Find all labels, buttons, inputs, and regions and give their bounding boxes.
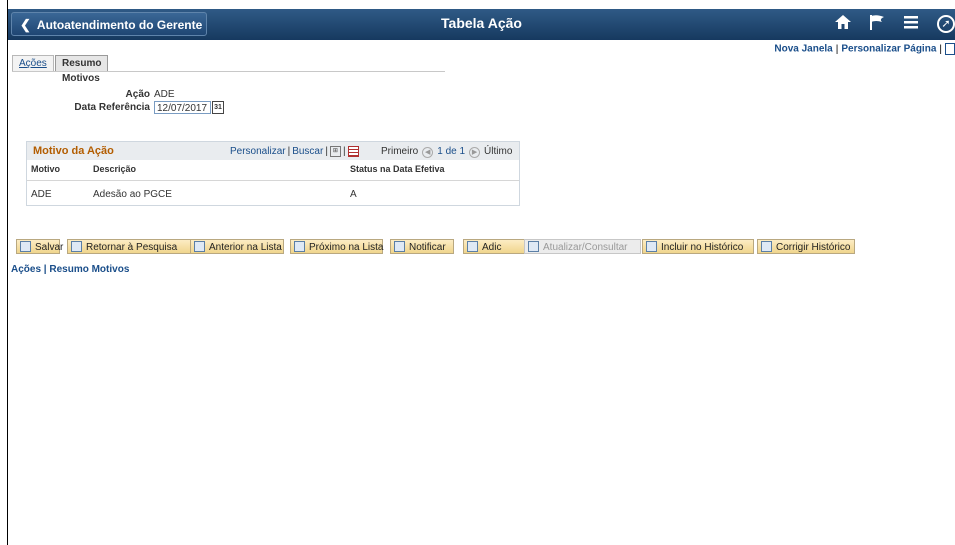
row-count: 1 de 1 <box>437 146 466 157</box>
update-icon <box>528 241 539 252</box>
update-display-button[interactable]: Atualizar/Consultar <box>524 239 641 254</box>
notify-button[interactable]: Notificar <box>390 239 454 254</box>
next-icon <box>294 241 305 252</box>
cell-descricao: Adesão ao PGCE <box>93 189 172 200</box>
data-referencia-input[interactable]: 12/07/2017 <box>154 101 211 114</box>
download-icon[interactable] <box>347 146 359 157</box>
grid-title: Motivo da Ação <box>33 145 114 157</box>
data-referencia-label: Data Referência <box>74 102 150 113</box>
tab-resumo-motivos[interactable]: Resumo Motivos <box>55 55 109 84</box>
cell-status: A <box>350 189 357 200</box>
grid-header: Motivo da Ação Personalizar | Buscar | ⊞ | Pr… <box>27 142 519 160</box>
include-history-icon <box>646 241 657 252</box>
correct-history-icon <box>761 241 772 252</box>
correct-history-button[interactable]: Corrigir Histórico <box>757 239 855 254</box>
previous-in-list-button[interactable]: Anterior na Lista <box>190 239 284 254</box>
motivo-grid: Motivo da Ação Personalizar | Buscar | ⊞ | Pr… <box>26 141 520 206</box>
personalize-page-link[interactable]: Personalizar Página <box>841 44 936 55</box>
first-link[interactable]: Primeiro <box>381 146 418 157</box>
include-history-button[interactable]: Incluir no Histórico <box>642 239 754 254</box>
acao-value: ADE <box>154 89 175 100</box>
page-frame <box>7 0 955 545</box>
acao-label: Ação <box>125 89 150 100</box>
home-icon[interactable] <box>834 13 852 36</box>
next-in-list-button[interactable]: Próximo na Lista <box>290 239 383 254</box>
previous-arrow-icon[interactable]: ◀ <box>422 147 434 158</box>
new-window-link[interactable]: Nova Janela <box>774 44 832 55</box>
notify-icon <box>394 241 405 252</box>
return-to-search-button[interactable]: Retornar à Pesquisa <box>67 239 201 254</box>
grid-icon[interactable] <box>945 43 955 55</box>
top-links: Nova Janela | Personalizar Página | <box>774 43 955 55</box>
view-all-icon[interactable]: ⊞ <box>329 146 341 157</box>
last-link[interactable]: Último <box>484 146 512 157</box>
grid-links: Personalizar | Buscar | ⊞ | <box>230 146 359 157</box>
calendar-icon[interactable]: 31 <box>212 101 224 114</box>
bottom-links: Ações | Resumo Motivos <box>11 264 130 275</box>
add-icon <box>467 241 478 252</box>
cell-motivo: ADE <box>31 189 52 200</box>
page-header: ❮ Autoatendimento do Gerente Tabela Ação … <box>8 9 955 40</box>
save-icon <box>20 241 31 252</box>
grid-row-divider <box>27 180 519 181</box>
find-link[interactable]: Buscar <box>292 146 323 157</box>
save-button[interactable]: Salvar <box>16 239 63 254</box>
column-header-motivo: Motivo <box>31 164 60 174</box>
bottom-link-resumo-motivos[interactable]: Resumo Motivos <box>49 264 129 275</box>
menu-icon[interactable] <box>903 13 919 35</box>
add-button[interactable]: Adic <box>463 239 532 254</box>
personalize-grid-link[interactable]: Personalizar <box>230 146 286 157</box>
compass-icon[interactable]: ➚ <box>937 15 955 33</box>
next-arrow-icon[interactable]: ▶ <box>469 147 481 158</box>
tab-acoes[interactable]: Ações <box>12 55 54 71</box>
flag-icon[interactable] <box>868 13 886 36</box>
column-header-status: Status na Data Efetiva <box>350 164 445 174</box>
tab-divider <box>12 71 445 72</box>
return-icon <box>71 241 82 252</box>
previous-icon <box>194 241 205 252</box>
column-header-descricao: Descrição <box>93 164 137 174</box>
grid-navigation: Primeiro ◀ 1 de 1 ▶ Último <box>381 146 512 158</box>
page-title: Tabela Ação <box>441 15 522 31</box>
bottom-link-acoes[interactable]: Ações <box>11 264 41 275</box>
